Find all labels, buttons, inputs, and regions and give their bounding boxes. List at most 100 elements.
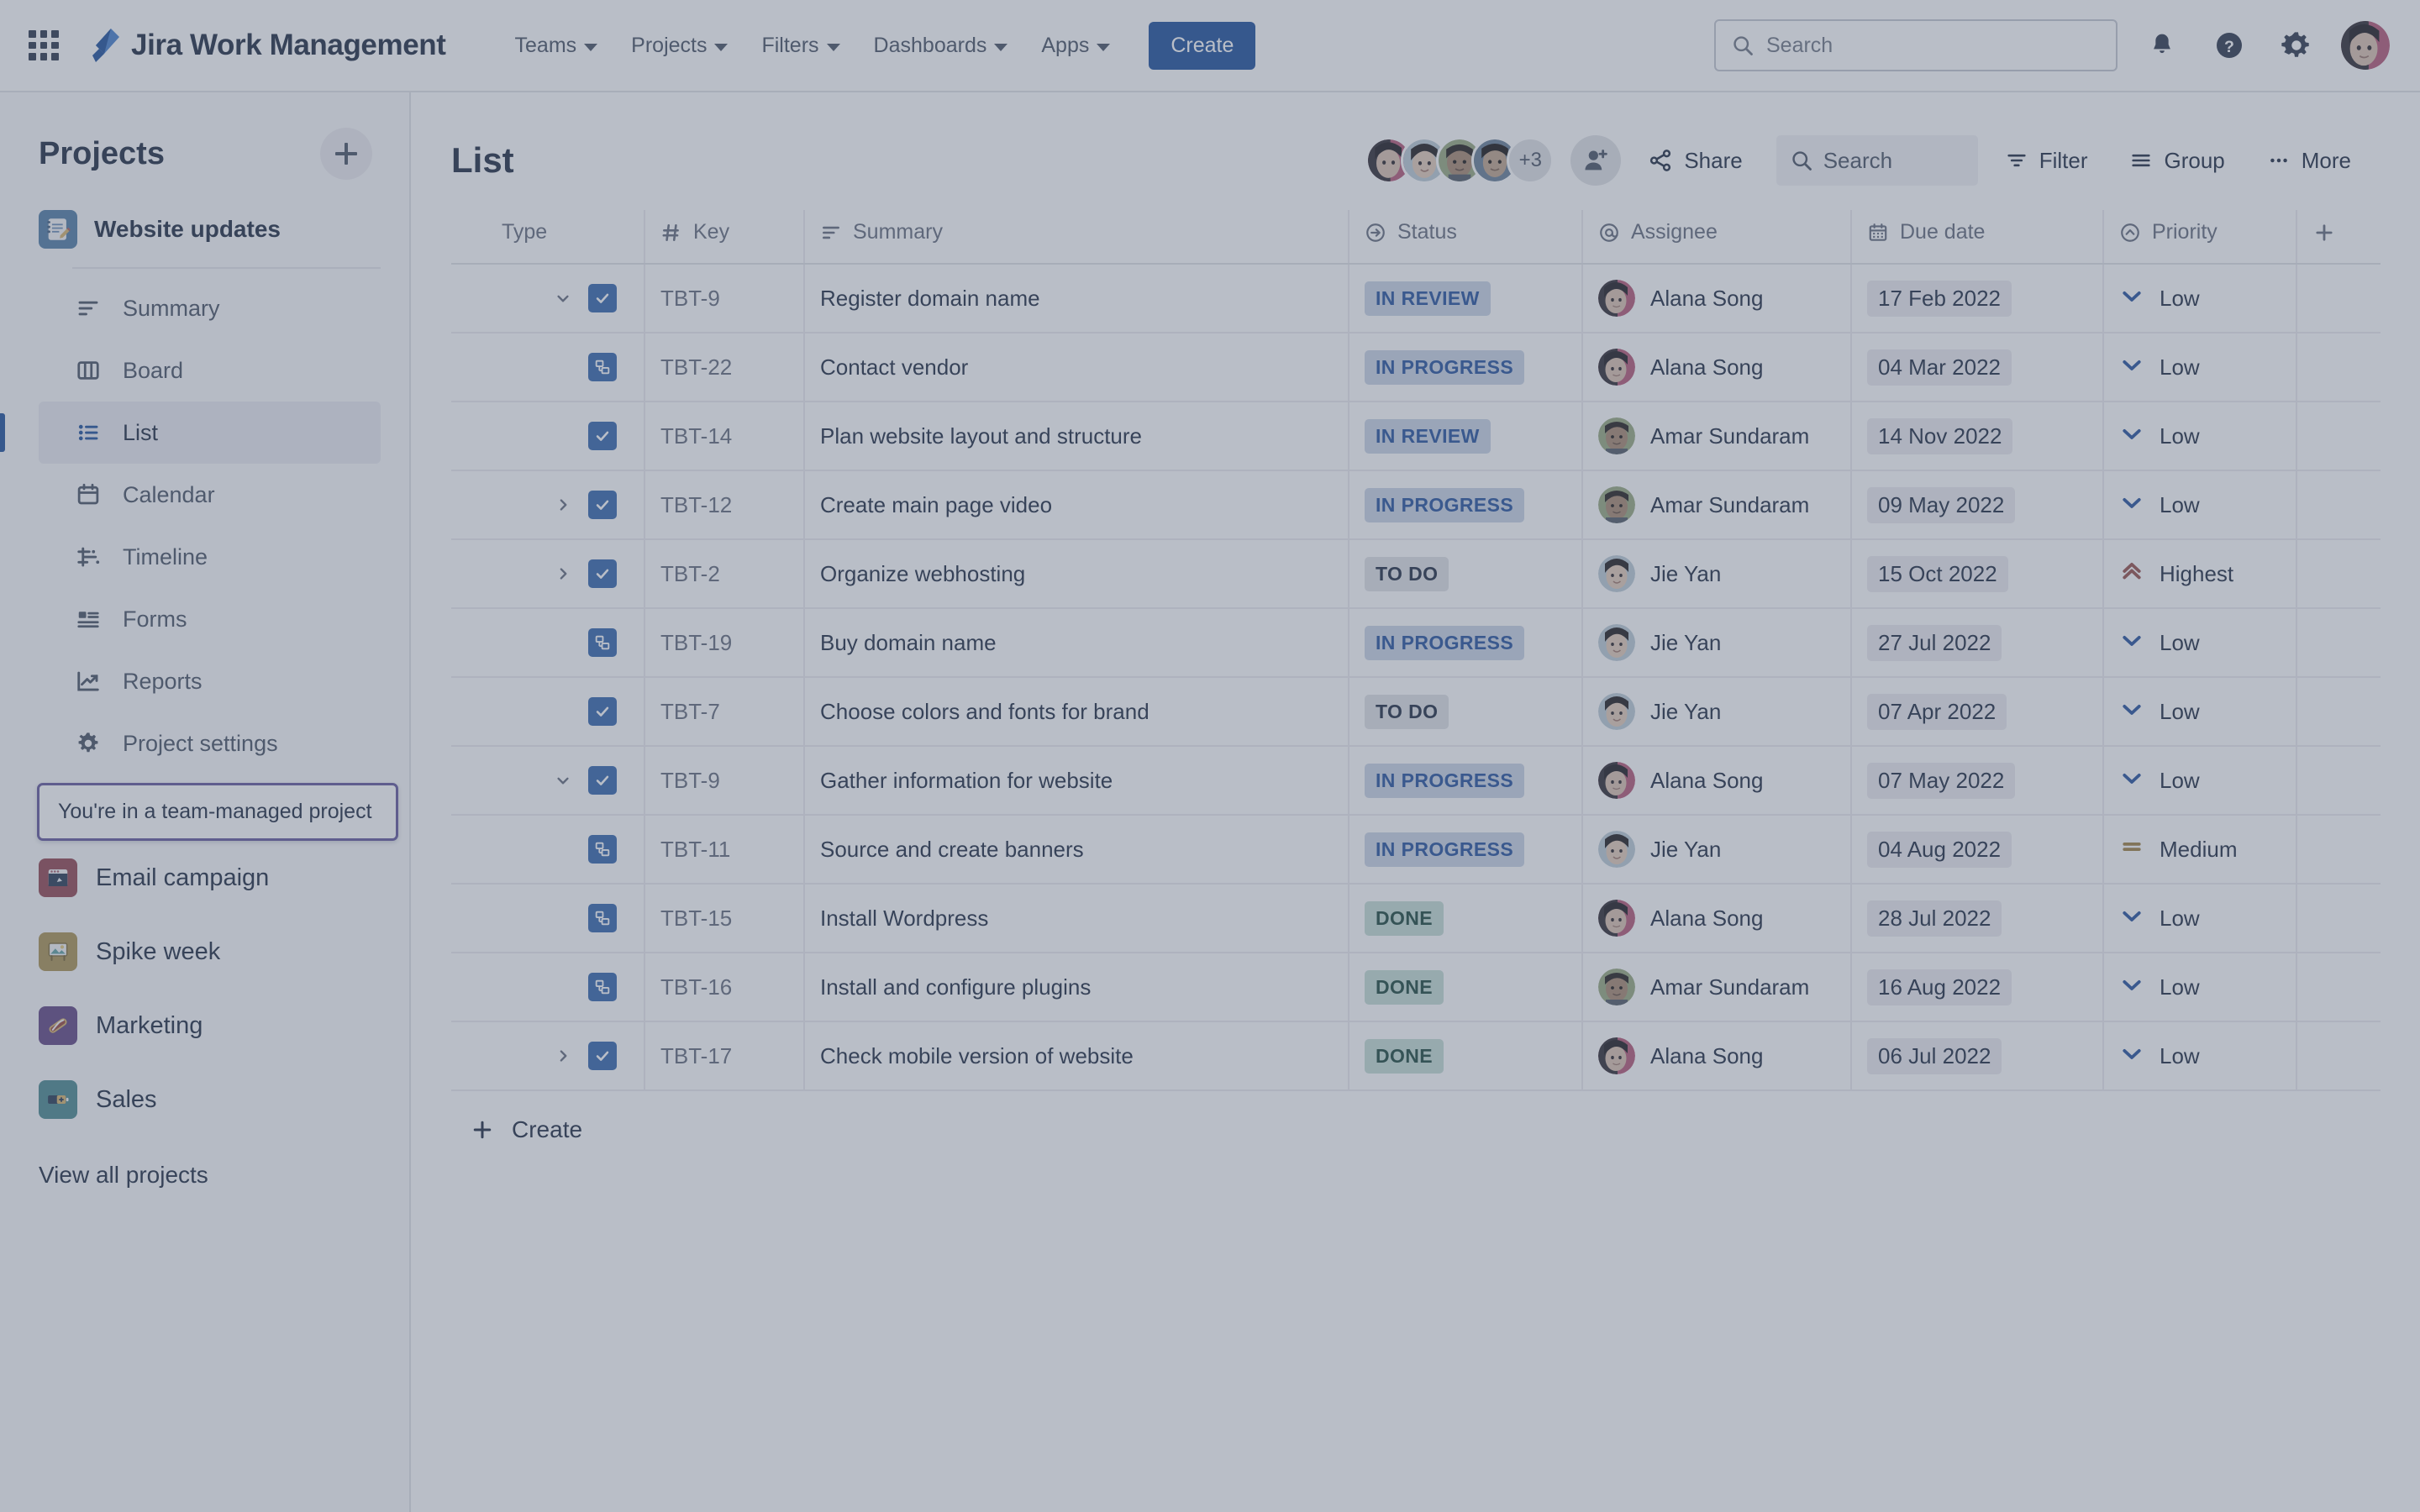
chevron-right-icon[interactable]	[551, 562, 575, 585]
cell-status[interactable]: IN PROGRESS	[1349, 470, 1583, 540]
column-header-summary[interactable]: Summary	[804, 210, 1349, 265]
cell-due-date[interactable]: 16 Aug 2022	[1851, 953, 2104, 1022]
cell-assignee[interactable]: Jie Yan	[1582, 815, 1852, 885]
due-date-value[interactable]: 04 Mar 2022	[1867, 349, 2012, 386]
table-row[interactable]: TBT-22 Contact vendor IN PROGRESS Alana Son…	[451, 333, 2381, 402]
due-date-value[interactable]: 16 Aug 2022	[1867, 969, 2012, 1005]
status-badge[interactable]: IN PROGRESS	[1365, 832, 1525, 867]
sidebar-project-spike-week[interactable]: Spike week	[0, 915, 409, 989]
status-badge[interactable]: IN PROGRESS	[1365, 625, 1525, 660]
cell-status[interactable]: IN REVIEW	[1349, 402, 1583, 471]
cell-summary[interactable]: Organize webhosting	[804, 539, 1349, 609]
subtask-type-icon[interactable]	[588, 628, 617, 657]
cell-summary[interactable]: Choose colors and fonts for brand	[804, 677, 1349, 747]
nav-item-apps[interactable]: Apps	[1024, 24, 1127, 67]
cell-key[interactable]: TBT-19	[644, 608, 805, 678]
cell-priority[interactable]: Low	[2103, 677, 2297, 747]
task-type-icon[interactable]	[588, 1042, 617, 1070]
cell-status[interactable]: DONE	[1349, 953, 1583, 1022]
cell-due-date[interactable]: 28 Jul 2022	[1851, 884, 2104, 953]
cell-key[interactable]: TBT-15	[644, 884, 805, 953]
add-people-button[interactable]	[1570, 135, 1622, 186]
cell-due-date[interactable]: 27 Jul 2022	[1851, 608, 2104, 678]
cell-priority[interactable]: Medium	[2103, 815, 2297, 885]
cell-summary[interactable]: Create main page video	[804, 470, 1349, 540]
cell-summary[interactable]: Check mobile version of website	[804, 1021, 1349, 1091]
task-type-icon[interactable]	[588, 491, 617, 519]
cell-assignee[interactable]: Amar Sundaram	[1582, 953, 1852, 1022]
status-badge[interactable]: DONE	[1365, 969, 1444, 1005]
cell-type[interactable]	[451, 1021, 645, 1091]
status-badge[interactable]: IN REVIEW	[1365, 418, 1491, 454]
cell-summary[interactable]: Register domain name	[804, 264, 1349, 333]
add-project-button[interactable]	[320, 128, 372, 180]
column-header-type[interactable]: Type	[451, 210, 645, 265]
cell-summary[interactable]: Gather information for website	[804, 746, 1349, 816]
cell-summary[interactable]: Plan website layout and structure	[804, 402, 1349, 471]
sidebar-item-forms[interactable]: Forms	[39, 588, 381, 650]
cell-status[interactable]: IN PROGRESS	[1349, 746, 1583, 816]
user-avatar[interactable]	[2341, 21, 2390, 70]
due-date-value[interactable]: 07 Apr 2022	[1867, 693, 2007, 730]
cell-type[interactable]	[451, 953, 645, 1022]
column-header-priority[interactable]: Priority	[2103, 210, 2297, 265]
cell-priority[interactable]: Low	[2103, 333, 2297, 402]
cell-due-date[interactable]: 07 Apr 2022	[1851, 677, 2104, 747]
cell-assignee[interactable]: Jie Yan	[1582, 539, 1852, 609]
table-row[interactable]: TBT-17 Check mobile version of website DON…	[451, 1021, 2381, 1091]
table-row[interactable]: TBT-9 Gather information for website IN PR…	[451, 746, 2381, 816]
sidebar-item-timeline[interactable]: Timeline	[39, 526, 381, 588]
cell-key[interactable]: TBT-12	[644, 470, 805, 540]
status-badge[interactable]: TO DO	[1365, 694, 1449, 729]
task-type-icon[interactable]	[588, 697, 617, 726]
cell-key[interactable]: TBT-11	[644, 815, 805, 885]
cell-summary[interactable]: Install Wordpress	[804, 884, 1349, 953]
cell-priority[interactable]: Low	[2103, 402, 2297, 471]
cell-assignee[interactable]: Alana Song	[1582, 746, 1852, 816]
view-all-projects-link[interactable]: View all projects	[0, 1137, 409, 1189]
task-type-icon[interactable]	[588, 766, 617, 795]
sidebar-item-project-settings[interactable]: Project settings	[39, 712, 381, 774]
sidebar-item-reports[interactable]: Reports	[39, 650, 381, 712]
nav-item-projects[interactable]: Projects	[614, 24, 744, 67]
subtask-type-icon[interactable]	[588, 973, 617, 1001]
cell-key[interactable]: TBT-22	[644, 333, 805, 402]
cell-type[interactable]	[451, 539, 645, 609]
cell-type[interactable]	[451, 884, 645, 953]
cell-summary[interactable]: Source and create banners	[804, 815, 1349, 885]
column-header-status[interactable]: Status	[1349, 210, 1583, 265]
cell-assignee[interactable]: Alana Song	[1582, 1021, 1852, 1091]
cell-type[interactable]	[451, 264, 645, 333]
chevron-down-icon[interactable]	[551, 286, 575, 310]
cell-type[interactable]	[451, 746, 645, 816]
status-badge[interactable]: DONE	[1365, 900, 1444, 936]
table-row[interactable]: TBT-11 Source and create banners IN PROGRE…	[451, 815, 2381, 885]
task-type-icon[interactable]	[588, 284, 617, 312]
due-date-value[interactable]: 27 Jul 2022	[1867, 624, 2002, 661]
cell-assignee[interactable]: Amar Sundaram	[1582, 402, 1852, 471]
cell-assignee[interactable]: Jie Yan	[1582, 677, 1852, 747]
more-button[interactable]: More	[2252, 137, 2366, 185]
cell-key[interactable]: TBT-16	[644, 953, 805, 1022]
cell-summary[interactable]: Buy domain name	[804, 608, 1349, 678]
sidebar-project-email-campaign[interactable]: Email campaign	[0, 841, 409, 915]
help-button[interactable]: ?	[2207, 23, 2252, 68]
cell-key[interactable]: TBT-9	[644, 264, 805, 333]
chevron-right-icon[interactable]	[551, 493, 575, 517]
sidebar-item-board[interactable]: Board	[39, 339, 381, 402]
cell-due-date[interactable]: 14 Nov 2022	[1851, 402, 2104, 471]
due-date-value[interactable]: 14 Nov 2022	[1867, 417, 2013, 454]
cell-type[interactable]	[451, 608, 645, 678]
cell-due-date[interactable]: 04 Aug 2022	[1851, 815, 2104, 885]
column-header-assignee[interactable]: Assignee	[1582, 210, 1852, 265]
status-badge[interactable]: IN REVIEW	[1365, 281, 1491, 316]
cell-priority[interactable]: Low	[2103, 264, 2297, 333]
nav-item-filters[interactable]: Filters	[744, 24, 856, 67]
cell-priority[interactable]: Low	[2103, 884, 2297, 953]
cell-due-date[interactable]: 09 May 2022	[1851, 470, 2104, 540]
status-badge[interactable]: DONE	[1365, 1038, 1444, 1074]
table-row[interactable]: TBT-16 Install and configure plugins DONE A…	[451, 953, 2381, 1022]
chevron-down-icon[interactable]	[551, 769, 575, 792]
table-row[interactable]: TBT-12 Create main page video IN PROGRESS A…	[451, 470, 2381, 540]
cell-status[interactable]: DONE	[1349, 1021, 1583, 1091]
